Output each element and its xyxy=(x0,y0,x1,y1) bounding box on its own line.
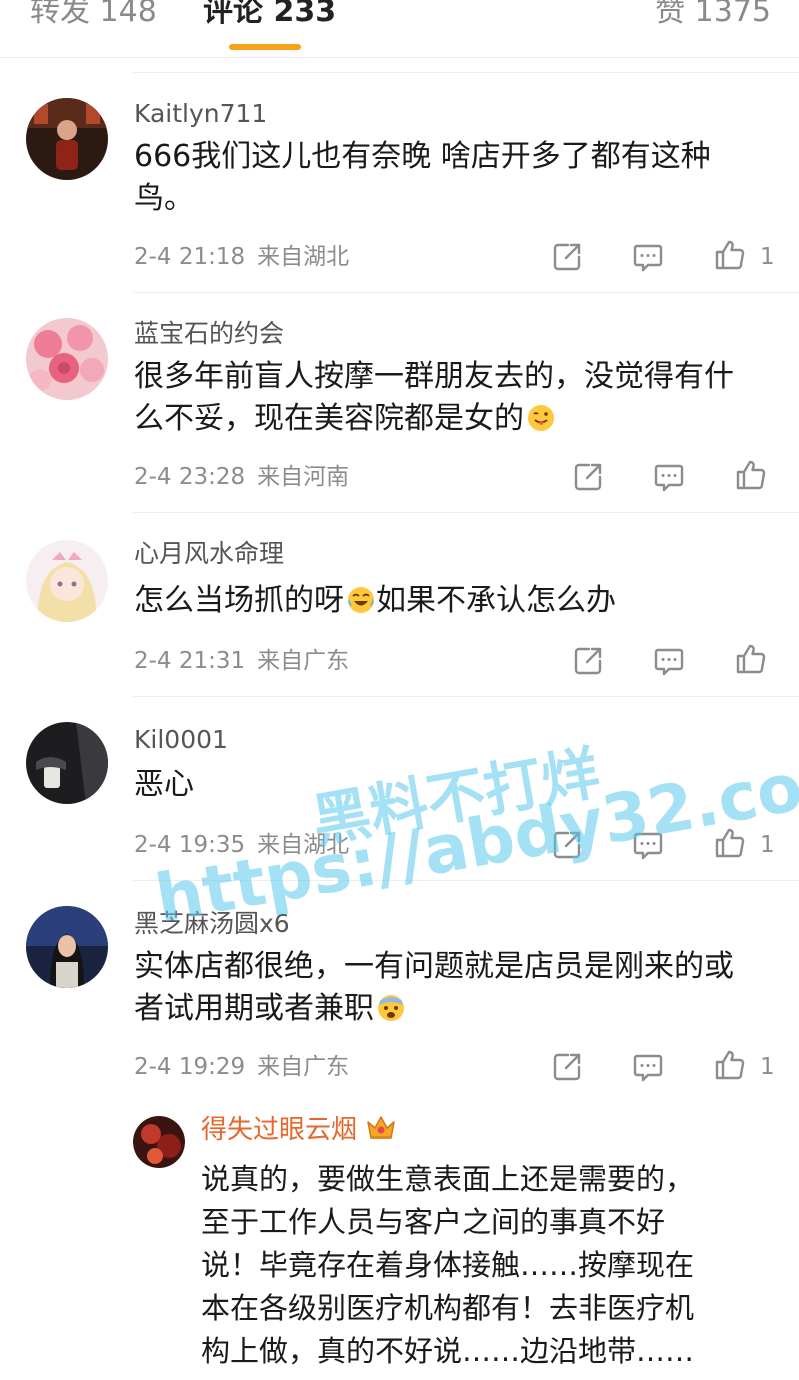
divider xyxy=(133,292,799,293)
comment-location: 来自湖北 xyxy=(257,832,350,858)
like-icon[interactable] xyxy=(713,1048,747,1082)
like-icon[interactable] xyxy=(713,826,747,860)
comment-meta: 2-4 19:29 来自广东 xyxy=(134,1052,349,1082)
avatar[interactable] xyxy=(26,906,108,988)
comment-reply-icon[interactable] xyxy=(652,644,686,678)
comment-text-body: 如果不承认怎么办 xyxy=(376,583,616,618)
comment-text-body: 实体店都很绝，一有问题就是店员是刚来的或者试用期或者兼职 xyxy=(134,949,734,1026)
tab-likes[interactable]: 赞 1375 xyxy=(655,0,771,32)
share-icon[interactable] xyxy=(571,460,605,494)
comment-text: 很多年前盲人按摩一群朋友去的，没觉得有什么不妥，现在美容院都是女的 xyxy=(134,356,759,440)
share-icon[interactable] xyxy=(550,1050,584,1084)
comment-meta: 2-4 23:28 来自河南 xyxy=(134,462,349,492)
comment-text-body: 怎么当场抓的呀 xyxy=(134,583,344,618)
comment-username[interactable]: 蓝宝石的约会 xyxy=(134,318,284,350)
reply-text: 说真的，要做生意表面上还是需要的， 至于工作人员与客户之间的事真不好 说！毕竟存… xyxy=(201,1158,761,1373)
avatar[interactable] xyxy=(26,318,108,400)
reply-username-text: 得失过眼云烟 xyxy=(201,1115,358,1145)
comment-time: 2-4 21:18 xyxy=(134,244,246,270)
like-count: 1 xyxy=(760,832,775,858)
comment-username[interactable]: 黑芝麻汤圆x6 xyxy=(134,908,290,940)
reply-text-line: 至于工作人员与客户之间的事真不好 xyxy=(201,1205,666,1239)
like-count: 1 xyxy=(760,1054,775,1080)
tabbar-divider xyxy=(0,57,799,58)
avatar[interactable] xyxy=(26,722,108,804)
divider xyxy=(133,512,799,513)
comment-text: 实体店都很绝，一有问题就是店员是刚来的或者试用期或者兼职 xyxy=(134,946,759,1030)
avatar[interactable] xyxy=(133,1116,185,1168)
tab-repost[interactable]: 转发 148 xyxy=(30,0,157,32)
comment-meta: 2-4 19:35 来自湖北 xyxy=(134,830,349,860)
comment-time: 2-4 19:29 xyxy=(134,1054,246,1080)
comment-reply-icon[interactable] xyxy=(631,1050,665,1084)
active-tab-indicator xyxy=(229,44,301,50)
like-icon[interactable] xyxy=(734,642,768,676)
avatar[interactable] xyxy=(26,540,108,622)
share-icon[interactable] xyxy=(550,828,584,862)
reply-text-line: 说真的，要做生意表面上还是需要的， xyxy=(201,1162,695,1196)
crown-icon xyxy=(365,1112,397,1142)
comment-username[interactable]: Kil0001 xyxy=(134,724,228,756)
comment-location: 来自广东 xyxy=(257,648,350,674)
reply-text-line: 说！毕竟存在着身体接触……按摩现在 xyxy=(201,1248,695,1282)
tab-comments[interactable]: 评论 233 xyxy=(203,0,336,32)
like-count: 1 xyxy=(760,244,775,270)
comment-tab-bar: 转发 148 评论 233 赞 1375 xyxy=(0,0,799,58)
avatar[interactable] xyxy=(26,98,108,180)
divider xyxy=(133,72,799,73)
reply-username[interactable]: 得失过眼云烟 xyxy=(201,1112,397,1147)
crying-laughing-emoji xyxy=(346,585,376,615)
comment-location: 来自湖北 xyxy=(257,244,350,270)
comment-text: 恶心 xyxy=(134,767,194,802)
comment-time: 2-4 23:28 xyxy=(134,464,246,490)
share-icon[interactable] xyxy=(550,240,584,274)
comment-username[interactable]: 心月风水命理 xyxy=(134,538,284,570)
comment-reply-icon[interactable] xyxy=(631,828,665,862)
tongue-out-emoji xyxy=(526,403,556,433)
comment-meta: 2-4 21:31 来自广东 xyxy=(134,646,349,676)
fearful-emoji xyxy=(376,993,406,1023)
comment-text: 666我们这儿也有奈晚 啥店开多了都有这种鸟。 xyxy=(134,139,711,216)
comment-location: 来自广东 xyxy=(257,1054,350,1080)
share-icon[interactable] xyxy=(571,644,605,678)
like-icon[interactable] xyxy=(713,238,747,272)
divider xyxy=(133,880,799,881)
divider xyxy=(133,696,799,697)
comment-time: 2-4 21:31 xyxy=(134,648,246,674)
comment-time: 2-4 19:35 xyxy=(134,832,246,858)
like-icon[interactable] xyxy=(734,458,768,492)
comment-reply-icon[interactable] xyxy=(631,240,665,274)
reply-text-line: 本在各级别医疗机构都有！去非医疗机 xyxy=(201,1291,695,1325)
comment-reply-icon[interactable] xyxy=(652,460,686,494)
comment-location: 来自河南 xyxy=(257,464,350,490)
comment-meta: 2-4 21:18 来自湖北 xyxy=(134,242,349,272)
comment-text: 怎么当场抓的呀 如果不承认怎么办 xyxy=(134,580,759,622)
comment-text-body: 很多年前盲人按摩一群朋友去的，没觉得有什么不妥，现在美容院都是女的 xyxy=(134,359,734,436)
comment-username[interactable]: Kaitlyn711 xyxy=(134,98,267,130)
reply-text-line: 构上做，真的不好说……边沿地带…… xyxy=(201,1334,695,1368)
